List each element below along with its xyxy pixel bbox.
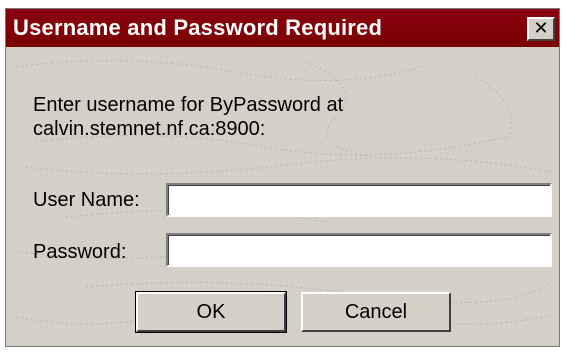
- password-field[interactable]: [166, 233, 552, 267]
- ok-button-label: OK: [196, 301, 226, 323]
- cancel-button-label: Cancel: [344, 301, 408, 323]
- login-dialog: Username and Password Required ✕ Enter u…: [5, 8, 560, 347]
- username-label: User Name:: [33, 189, 140, 211]
- title-bar[interactable]: Username and Password Required ✕: [6, 9, 559, 47]
- password-label: Password:: [33, 241, 127, 263]
- username-field[interactable]: [166, 183, 552, 217]
- prompt-line-1: Enter username for ByPassword at: [33, 94, 344, 116]
- close-button[interactable]: ✕: [527, 17, 555, 41]
- ok-button[interactable]: OK: [135, 291, 287, 333]
- prompt-line-2: calvin.stemnet.nf.ca:8900:: [33, 118, 266, 140]
- dialog-title: Username and Password Required: [13, 15, 383, 40]
- cancel-button[interactable]: Cancel: [301, 292, 451, 332]
- prompt-message: Enter username for ByPassword at calvin.…: [33, 93, 343, 141]
- close-icon: ✕: [533, 18, 549, 39]
